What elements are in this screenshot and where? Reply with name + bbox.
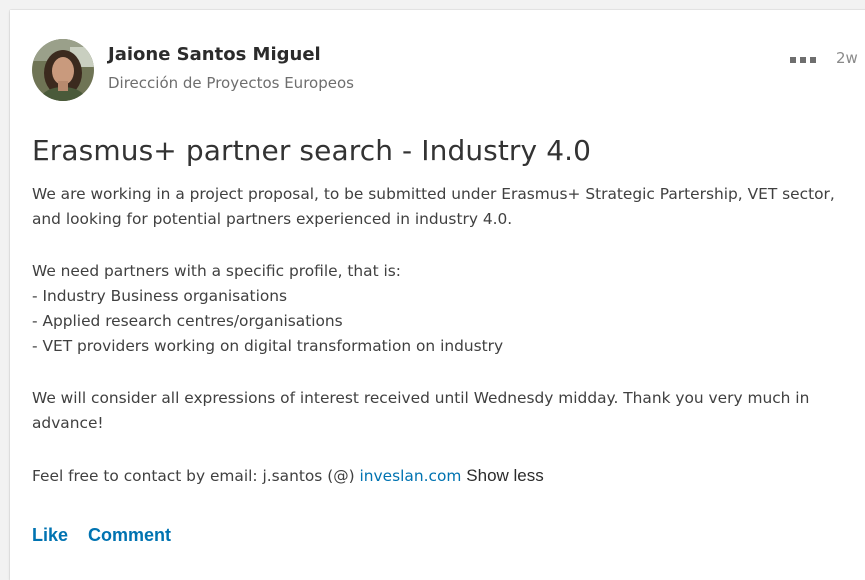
body-text: We will consider all expressions of inte… — [32, 389, 810, 407]
more-options-icon[interactable] — [790, 57, 820, 67]
author-avatar[interactable] — [32, 39, 94, 101]
menu-dot — [800, 57, 806, 63]
author-headline: Dirección de Proyectos Europeos — [108, 74, 354, 92]
comment-button[interactable]: Comment — [88, 525, 171, 545]
contact-text: Feel free to contact by email: j.santos … — [32, 467, 360, 485]
post-card: Jaione Santos Miguel Dirección de Proyec… — [10, 10, 865, 580]
post-actions: Like Comment — [32, 525, 171, 546]
body-text: We are working in a project proposal, to… — [32, 185, 835, 203]
list-item: - Applied research centres/organisations — [32, 312, 343, 330]
email-domain-link[interactable]: inveslan.com — [360, 467, 462, 485]
body-text: advance! — [32, 414, 104, 432]
body-text: We need partners with a specific profile… — [32, 262, 401, 280]
menu-dot — [810, 57, 816, 63]
contact-line: Feel free to contact by email: j.santos … — [32, 463, 862, 489]
show-less-button[interactable]: Show less — [466, 466, 543, 485]
list-item: - VET providers working on digital trans… — [32, 337, 504, 355]
avatar-photo — [32, 39, 94, 101]
post-body: We are working in a project proposal, to… — [32, 182, 862, 489]
post-timestamp: 2w — [836, 49, 858, 67]
list-item: - Industry Business organisations — [32, 287, 288, 305]
menu-dot — [790, 57, 796, 63]
like-button[interactable]: Like — [32, 525, 68, 545]
post-title: Erasmus+ partner search - Industry 4.0 — [32, 134, 592, 167]
author-name[interactable]: Jaione Santos Miguel — [108, 44, 321, 65]
body-text: and looking for potential partners exper… — [32, 210, 513, 228]
